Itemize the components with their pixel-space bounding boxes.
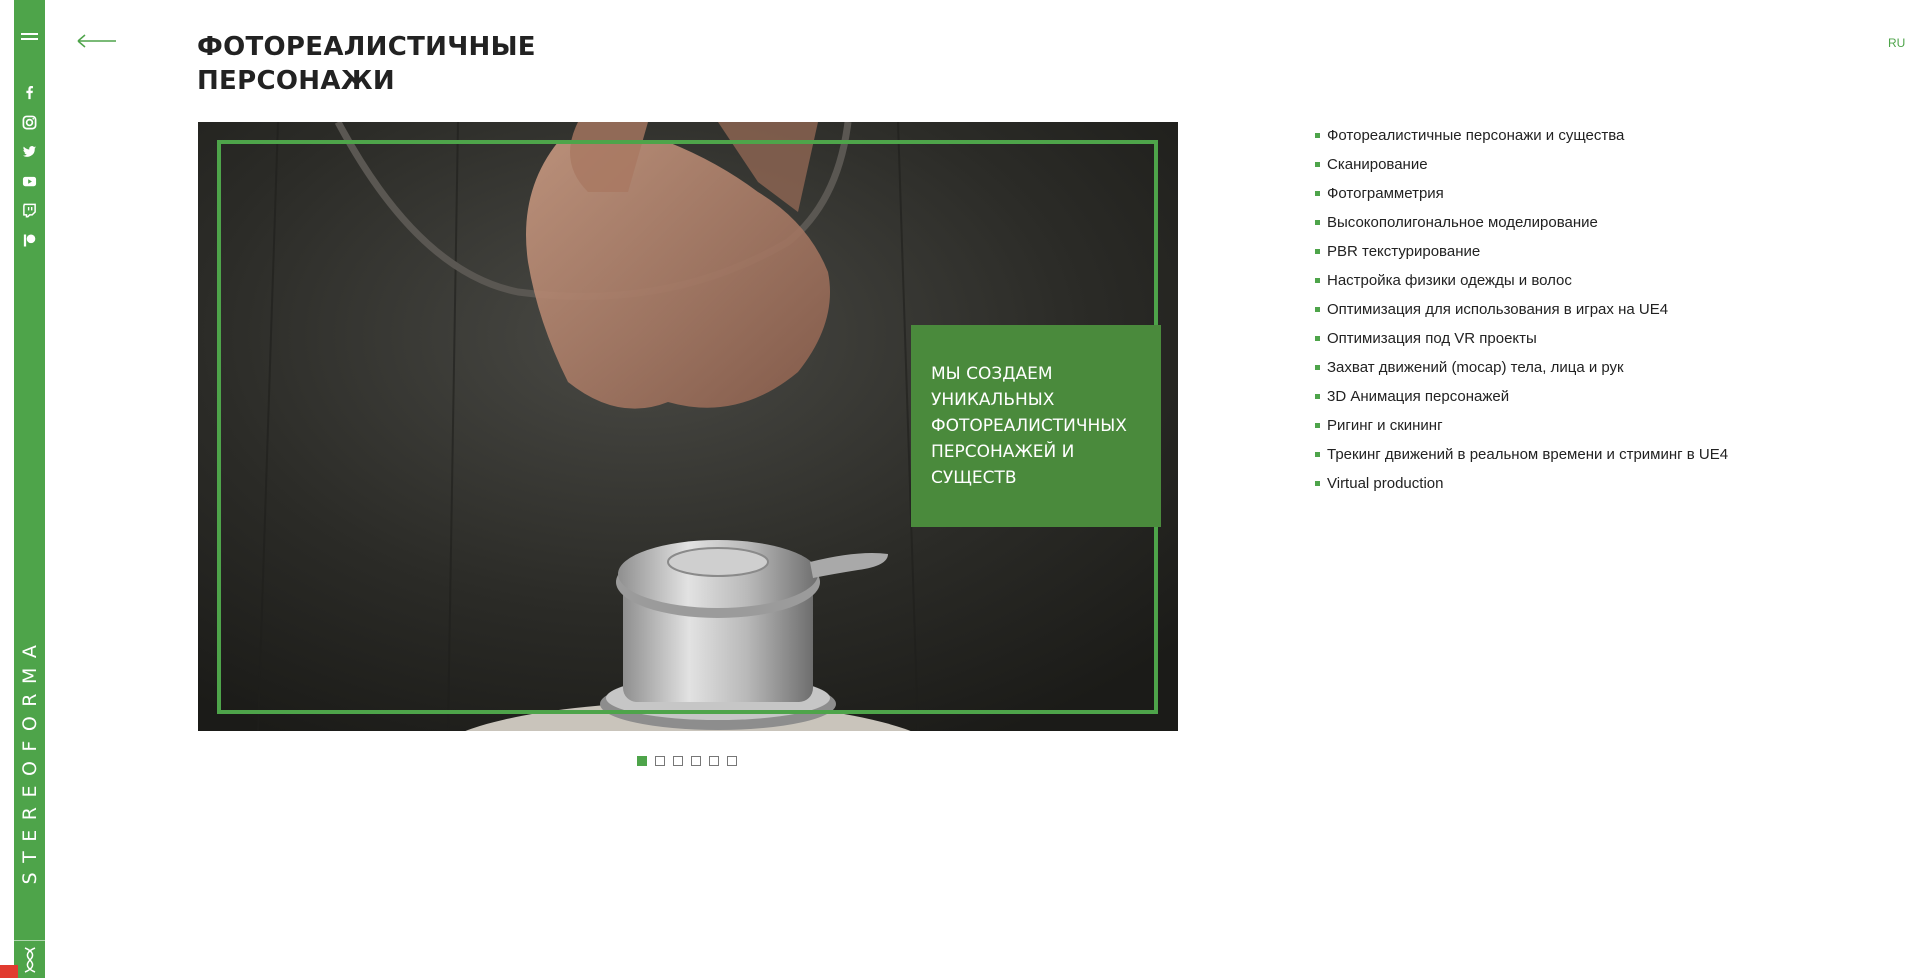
bullet-icon <box>1315 452 1320 457</box>
facebook-icon[interactable] <box>14 80 45 104</box>
bullet-icon <box>1315 191 1320 196</box>
bullet-icon <box>1315 365 1320 370</box>
list-item: Высокополигональное моделирование <box>1315 208 1728 237</box>
patreon-icon[interactable] <box>14 228 45 252</box>
instagram-icon[interactable] <box>14 110 45 134</box>
list-item: Настройка физики одежды и волос <box>1315 266 1728 295</box>
logo-icon[interactable] <box>14 940 45 978</box>
slider-pagination <box>637 756 737 766</box>
sidebar: STEREOFORMA <box>14 0 45 978</box>
slider-dot[interactable] <box>637 756 647 766</box>
list-item: Захват движений (mocap) тела, лица и рук <box>1315 353 1728 382</box>
bullet-icon <box>1315 336 1320 341</box>
bullet-icon <box>1315 307 1320 312</box>
slider-dot[interactable] <box>709 756 719 766</box>
corner-badge <box>0 965 18 978</box>
youtube-icon[interactable] <box>14 169 45 193</box>
slider-dot[interactable] <box>691 756 701 766</box>
bullet-icon <box>1315 278 1320 283</box>
list-item: Фотореалистичные персонажи и существа <box>1315 121 1728 150</box>
page-root: STEREOFORMA ФОТОРЕАЛИСТИЧНЫЕ ПЕРСОНАЖИ R… <box>0 0 1920 978</box>
bullet-icon <box>1315 133 1320 138</box>
list-item: Оптимизация для использования в играх на… <box>1315 295 1728 324</box>
list-item: Фотограмметрия <box>1315 179 1728 208</box>
bullet-icon <box>1315 162 1320 167</box>
slider-dot[interactable] <box>727 756 737 766</box>
page-title: ФОТОРЕАЛИСТИЧНЫЕ ПЕРСОНАЖИ <box>197 32 536 96</box>
list-item: Оптимизация под VR проекты <box>1315 324 1728 353</box>
bullet-icon <box>1315 481 1320 486</box>
slider-dot[interactable] <box>655 756 665 766</box>
list-item: PBR текстурирование <box>1315 237 1728 266</box>
bullet-icon <box>1315 220 1320 225</box>
bullet-icon <box>1315 249 1320 254</box>
list-item: Трекинг движений в реальном времени и ст… <box>1315 440 1728 469</box>
bullet-icon <box>1315 394 1320 399</box>
twitch-icon[interactable] <box>14 198 45 222</box>
slide-image: МЫ СОЗДАЕМ УНИКАЛЬНЫХ ФОТОРЕАЛИСТИЧНЫХ П… <box>198 122 1178 731</box>
bullet-icon <box>1315 423 1320 428</box>
list-item: Virtual production <box>1315 469 1728 498</box>
list-item: Ригинг и скининг <box>1315 411 1728 440</box>
slider-dot[interactable] <box>673 756 683 766</box>
menu-icon[interactable] <box>21 32 38 42</box>
services-list: Фотореалистичные персонажи и существа Ск… <box>1315 121 1728 498</box>
list-item: 3D Анимация персонажей <box>1315 382 1728 411</box>
back-arrow-icon[interactable] <box>77 33 117 49</box>
language-switch[interactable]: RU <box>1888 36 1905 50</box>
twitter-icon[interactable] <box>14 139 45 163</box>
list-item: Сканирование <box>1315 150 1728 179</box>
brand-logotype: STEREOFORMA <box>18 635 41 885</box>
slide-caption: МЫ СОЗДАЕМ УНИКАЛЬНЫХ ФОТОРЕАЛИСТИЧНЫХ П… <box>911 325 1161 527</box>
